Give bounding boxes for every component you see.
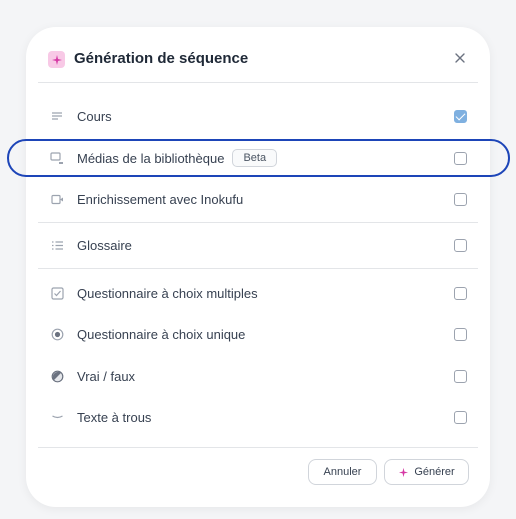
option-row-vrai-faux[interactable]: Vrai / faux (26, 359, 490, 393)
option-label: Vrai / faux (77, 368, 136, 384)
radio-icon (50, 327, 64, 341)
option-checkbox[interactable] (454, 109, 467, 123)
lines-icon (50, 109, 64, 123)
option-label: Questionnaire à choix unique (77, 326, 246, 342)
option-row-texte-a-trous[interactable]: Texte à trous (26, 400, 490, 434)
option-label: Glossaire (77, 237, 132, 253)
sparkle-logo-icon (48, 51, 65, 68)
generate-button[interactable]: Générer (384, 459, 469, 485)
checkbox-list-icon (50, 286, 64, 300)
option-checkbox[interactable] (454, 369, 467, 383)
option-checkbox[interactable] (454, 192, 467, 206)
divider (38, 447, 478, 448)
enrich-icon (50, 192, 64, 206)
option-row-qcu[interactable]: Questionnaire à choix unique (26, 317, 490, 351)
option-row-qcm[interactable]: Questionnaire à choix multiples (26, 276, 490, 310)
highlight-ring (7, 139, 510, 177)
option-checkbox[interactable] (454, 286, 467, 300)
generation-dialog: Génération de séquence Cours Médias de l… (26, 27, 490, 507)
option-checkbox[interactable] (454, 410, 467, 424)
generate-label: Générer (414, 466, 455, 478)
option-label: Enrichissement avec Inokufu (77, 191, 244, 207)
dialog-header: Génération de séquence (26, 27, 490, 83)
list-icon (50, 238, 64, 252)
option-row-enrichissement[interactable]: Enrichissement avec Inokufu (26, 182, 490, 216)
option-label: Cours (77, 108, 112, 124)
close-icon[interactable] (452, 50, 468, 66)
divider (38, 268, 478, 269)
screen: Génération de séquence Cours Médias de l… (0, 0, 516, 519)
option-row-glossaire[interactable]: Glossaire (26, 228, 490, 262)
option-checkbox[interactable] (454, 238, 467, 252)
option-row-cours[interactable]: Cours (26, 99, 490, 133)
option-label: Texte à trous (77, 409, 152, 425)
sparkle-icon (398, 467, 409, 478)
cancel-button[interactable]: Annuler (308, 459, 377, 485)
divider (38, 82, 478, 83)
divider (38, 222, 478, 223)
half-circle-icon (50, 369, 64, 383)
dialog-title: Génération de séquence (74, 50, 249, 67)
option-checkbox[interactable] (454, 327, 467, 341)
blank-icon (50, 410, 64, 424)
option-label: Questionnaire à choix multiples (77, 285, 258, 301)
